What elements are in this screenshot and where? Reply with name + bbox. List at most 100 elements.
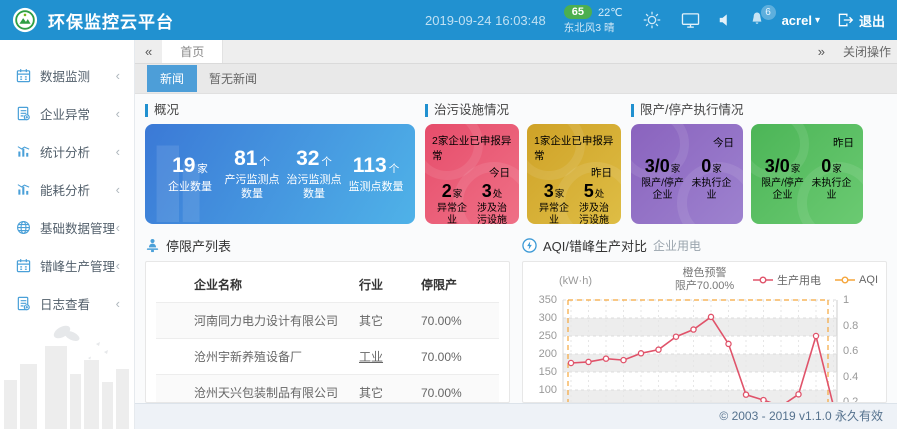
table-row[interactable]: 沧州宇新养殖设备厂 工业 70.00%	[156, 339, 499, 375]
logout-icon	[838, 13, 854, 27]
main-area: « 首页 » 关闭操作 新闻 暂无新闻 概况	[135, 40, 897, 429]
svg-text:150: 150	[539, 366, 557, 378]
stat-enterprise-count: 19家 企业数量	[159, 154, 221, 194]
close-operations-menu[interactable]: 关闭操作	[835, 40, 897, 63]
footer-copyright: © 2003 - 2019 v1.1.0 永久有效	[135, 403, 897, 429]
legend-item-aqi[interactable]: AQI	[835, 274, 878, 286]
notification-count-badge: 6	[761, 5, 776, 20]
production-section: 限产/停产执行情况 今日 3/0家 限产/停产企业 0家	[631, 104, 863, 224]
day-label: 昨日	[534, 165, 612, 180]
svg-text:0.4: 0.4	[843, 371, 858, 383]
sidebar-item-label: 日志查看	[40, 294, 90, 313]
tab-home[interactable]: 首页	[162, 40, 223, 63]
aqi-chart-panel: (kW·h) 橙色预警 限产70.00%	[522, 261, 887, 403]
sidebar-item-peak-production[interactable]: 错峰生产管理 ‹	[0, 246, 134, 284]
sidebar-item-statistics[interactable]: 统计分析 ‹	[0, 132, 134, 170]
table-row[interactable]: 河南同力电力设计有限公司 其它 70.00%	[156, 303, 499, 339]
industry-link[interactable]: 工业	[353, 339, 415, 375]
production-card-today: 今日 3/0家 限产/停产企业 0家 未执行企业	[631, 124, 743, 224]
svg-text:0.8: 0.8	[843, 320, 858, 332]
svg-text:200: 200	[539, 348, 557, 360]
y-axis-unit-label: (kW·h)	[559, 275, 592, 287]
stop-list-table: 企业名称 行业 停限产 河南同力电力设计有限公司 其它 70.00%	[156, 266, 499, 403]
svg-text:350: 350	[539, 294, 557, 306]
bar-chart-icon	[16, 144, 31, 159]
expand-tabs-icon[interactable]: »	[808, 40, 835, 63]
chevron-left-icon: ‹	[116, 144, 120, 159]
stat-monitoring-points: 113个 监测点数量	[345, 154, 407, 194]
sidebar-item-enterprise-anomaly[interactable]: 企业异常 ‹	[0, 94, 134, 132]
logout-button[interactable]: 退出	[838, 11, 885, 30]
aqi-chart-title: AQI/错峰生产对比	[543, 236, 647, 255]
col-header-company: 企业名称	[156, 266, 353, 303]
stop-list-section: 停限产列表 企业名称 行业 停限产	[145, 236, 510, 403]
col-header-percent: 停限产	[415, 266, 499, 303]
svg-text:100: 100	[539, 384, 557, 396]
screen-icon[interactable]	[681, 12, 700, 29]
sidebar-item-label: 错峰生产管理	[40, 256, 115, 275]
chevron-left-icon: ‹	[116, 182, 120, 197]
report-icon	[16, 106, 31, 121]
chevron-left-icon: ‹	[116, 220, 120, 235]
treatment-card-today: 2家企业已申报异常 今日 2家 异常企业 3处 涉及治污设施	[425, 124, 519, 224]
chevron-left-icon: ‹	[116, 296, 120, 311]
top-header: 环保监控云平台 2019-09-24 16:03:48 65 22℃ 东北风3 …	[0, 0, 897, 40]
sidebar-nav: 数据监测 ‹ 企业异常 ‹ 统计分析 ‹ 能耗分析 ‹	[0, 40, 135, 429]
treatment-section: 治污设施情况 2家企业已申报异常 今日 2家 异常企业	[425, 104, 621, 224]
chevron-down-icon: ▾	[815, 15, 820, 26]
aqi-badge: 65	[564, 5, 592, 19]
sun-weather-icon	[641, 9, 663, 31]
platform-logo-icon	[12, 7, 38, 33]
stat-treatment-points: 32个 治污监测点数量	[283, 147, 345, 202]
lightning-circle-icon	[522, 238, 537, 253]
news-ticker-bar: 新闻 暂无新闻	[135, 64, 897, 94]
report-icon	[16, 296, 31, 311]
line-marker-icon	[753, 276, 773, 284]
datetime-label: 2019-09-24 16:03:48	[425, 13, 546, 28]
overview-section: 概况 19家 企业数量 81个 产污监测点数量	[145, 104, 415, 224]
legend-item-power[interactable]: 生产用电	[753, 272, 821, 288]
aqi-chart-subtitle: 企业用电	[653, 237, 701, 254]
globe-icon	[16, 220, 31, 235]
sidebar-item-label: 基础数据管理	[40, 218, 115, 237]
notifications-bell-icon[interactable]: 6	[750, 11, 764, 29]
user-menu[interactable]: acrel ▾	[782, 13, 820, 28]
section-title-overview: 概况	[145, 104, 415, 117]
sidebar-item-base-data[interactable]: 基础数据管理 ‹	[0, 208, 134, 246]
line-marker-icon	[835, 276, 855, 284]
speaker-icon[interactable]	[718, 13, 732, 27]
sidebar-item-energy-analysis[interactable]: 能耗分析 ‹	[0, 170, 134, 208]
sidebar-item-data-monitoring[interactable]: 数据监测 ‹	[0, 56, 134, 94]
sidebar-item-label: 统计分析	[40, 142, 90, 161]
svg-text:0.2: 0.2	[843, 396, 858, 403]
svg-text:1: 1	[843, 294, 849, 306]
day-label: 今日	[638, 135, 734, 150]
collapse-tabs-icon[interactable]: «	[135, 40, 162, 63]
news-button[interactable]: 新闻	[147, 65, 197, 92]
weather-widget: 65 22℃ 东北风3 晴	[564, 5, 623, 35]
production-card-yesterday: 昨日 3/0家 限产/停产企业 0家 未执行企业	[751, 124, 863, 224]
logout-label: 退出	[859, 11, 885, 30]
page-title: 环保监控云平台	[48, 8, 174, 33]
stat-pollution-source-points: 81个 产污监测点数量	[221, 147, 283, 202]
day-label: 今日	[432, 165, 510, 180]
person-podium-icon	[145, 238, 160, 253]
tab-bar: « 首页 » 关闭操作	[135, 40, 897, 64]
chart-legend: 生产用电 AQI	[753, 272, 878, 288]
sidebar-item-label: 能耗分析	[40, 180, 90, 199]
svg-text:0.6: 0.6	[843, 345, 858, 357]
chevron-left-icon: ‹	[116, 106, 120, 121]
sidebar-item-log-view[interactable]: 日志查看 ‹	[0, 284, 134, 322]
chevron-left-icon: ‹	[116, 68, 120, 83]
aqi-compare-section: AQI/错峰生产对比 企业用电 (kW·h) 橙色预警 限产70.00%	[522, 236, 887, 403]
aqi-line-chart: 350 300 250 200 150 100 1 0.8 0.6 0.4 0.…	[525, 290, 870, 403]
dashboard-content: 概况 19家 企业数量 81个 产污监测点数量	[135, 94, 897, 403]
overview-card: 19家 企业数量 81个 产污监测点数量 32个 治污监测点数量 113个	[145, 124, 415, 224]
table-row[interactable]: 沧州天兴包装制品有限公司 其它 70.00%	[156, 375, 499, 404]
bar-chart-icon	[16, 182, 31, 197]
city-skyline-watermark	[0, 314, 135, 429]
calendar-icon	[16, 68, 31, 83]
sidebar-item-label: 数据监测	[40, 66, 90, 85]
treatment-card-yesterday: 1家企业已申报异常 昨日 3家 异常企业 5处 涉及治污设施	[527, 124, 621, 224]
section-title-treatment: 治污设施情况	[425, 104, 621, 117]
